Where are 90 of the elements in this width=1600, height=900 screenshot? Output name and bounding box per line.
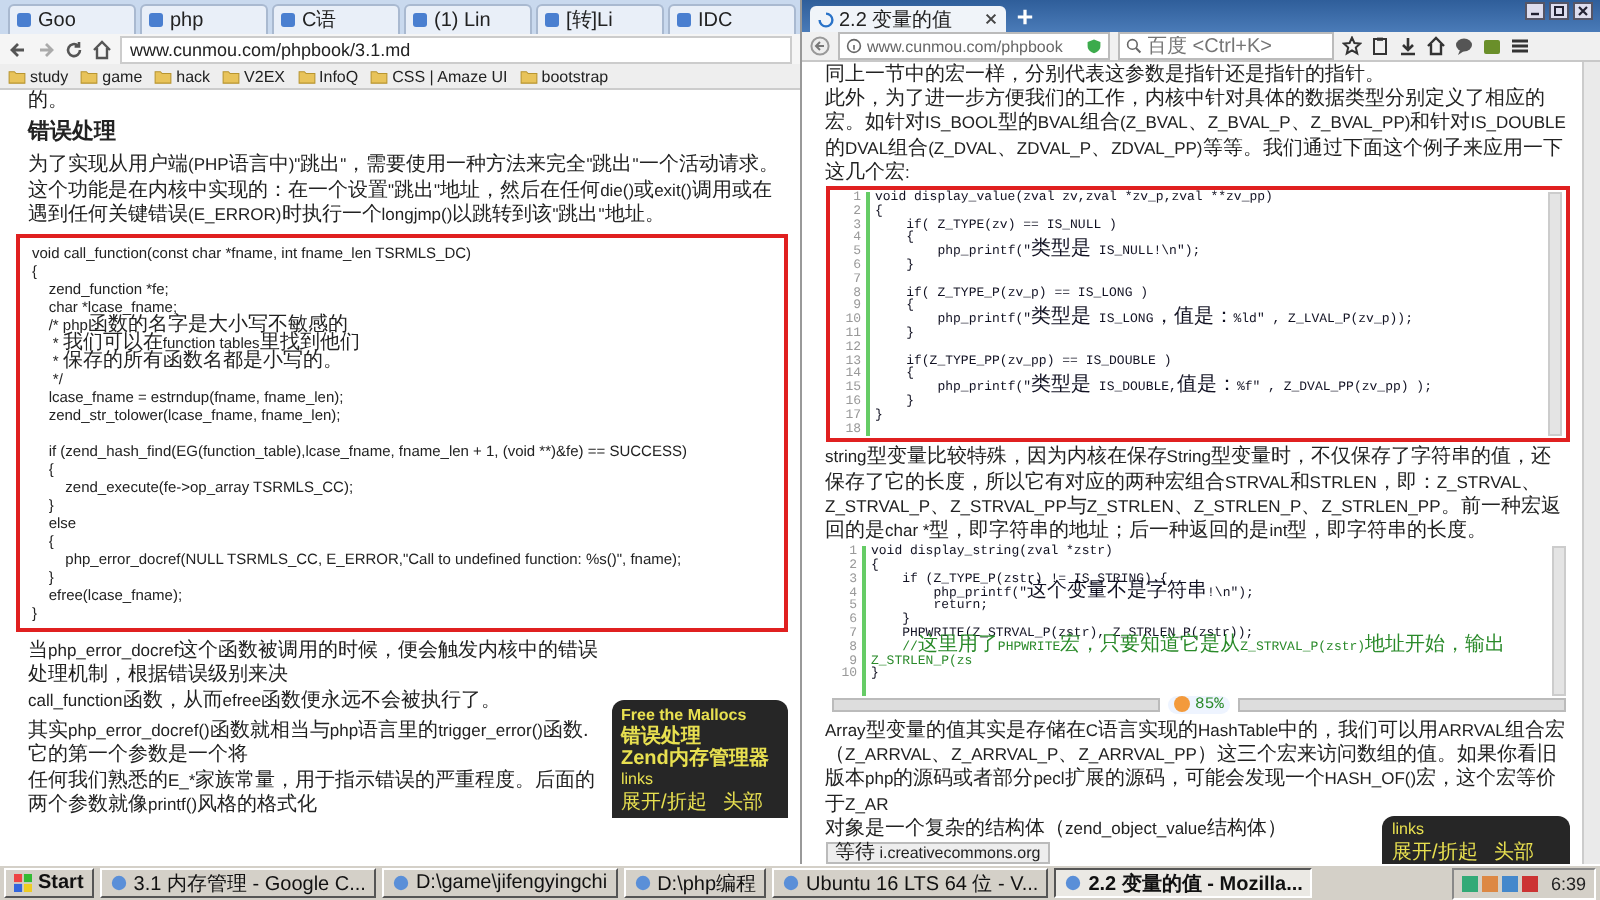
speed-widget[interactable]: 85% xyxy=(1167,695,1230,714)
home-icon[interactable] xyxy=(92,39,112,59)
back-icon[interactable] xyxy=(8,39,28,59)
text-line: 任何我们熟悉的E_*家族常量，用于指示错误的严重程度。后面的两个参数就像printf()风格的格式化 xyxy=(28,767,598,818)
paragraph: 此外，为了进一步方便我们的工作，内核中针对具体的数据类型分别定义了相应的宏。如针对IS_BOOL型的BVAL组合(Z_BVAL、Z_BVAL_P、Z_BVAL_PP)和针对IS_DOUBLE的DVAL组合(Z_DVAL、ZDVAL_P、ZDVAL_PP)等等。我们通过下面这个例子来应用一下这几个宏: xyxy=(825,86,1568,185)
info-icon xyxy=(845,38,861,54)
close-icon[interactable] xyxy=(983,12,997,26)
chat-icon[interactable] xyxy=(1453,36,1473,56)
scrollbar[interactable] xyxy=(1548,192,1562,437)
browser-tab[interactable]: (1) Lin xyxy=(404,4,532,34)
bookmark-item[interactable]: CSS | Amaze UI xyxy=(370,67,508,85)
new-tab-icon[interactable] xyxy=(1015,8,1033,26)
popup-link[interactable]: 头部 xyxy=(722,791,763,814)
popup-link[interactable]: 展开/折起 xyxy=(1392,841,1478,864)
tray-icons-drawing xyxy=(1462,873,1543,893)
folder-icon xyxy=(222,69,241,83)
folder-icon xyxy=(297,69,316,83)
windows-logo-icon xyxy=(14,874,32,892)
text-line: 当php_error_docref这个函数被调用的时候，便会触发内核中的错误处理机制，根据错误级别来决 xyxy=(28,637,601,688)
folder-icon xyxy=(8,69,26,83)
section-label: links xyxy=(621,769,656,790)
bookmark-item[interactable]: study xyxy=(8,67,69,85)
text-fragment: 的。 xyxy=(28,90,70,112)
start-button[interactable]: Start xyxy=(4,868,94,898)
bookmark-item[interactable]: hack xyxy=(154,67,211,85)
page-icon xyxy=(16,12,32,28)
browser-tab[interactable]: IDC xyxy=(668,4,796,34)
clock: 6:39 xyxy=(1550,873,1586,893)
folder-icon xyxy=(519,69,538,83)
clipboard-icon[interactable] xyxy=(1369,36,1389,56)
loading-icon xyxy=(817,11,833,27)
app-icon xyxy=(1064,874,1083,892)
minimize-icon[interactable] xyxy=(1524,2,1546,20)
shield-icon xyxy=(1085,38,1101,54)
scrollbar[interactable] xyxy=(1552,546,1566,696)
page-icon xyxy=(544,12,560,28)
text-line: 其实php_error_docref()函数就相当与php语言里的trigger_error()函数.它的第一个参数是一个将 xyxy=(28,717,591,768)
page-icon xyxy=(676,12,692,28)
paragraph: string型变量比较特殊，因为内核在保存String型变量时，不仅保存了字符串的值，还保存了它的长度，所以它有对应的两种宏组合STRVAL和STRLEN，即：Z_STRVAL、Z_STRVAL_P、Z_STRVAL_PP与Z_STRLEN、Z_STRLEN_P、Z_STRLEN_PP。前一种宏返回的是char *型，即字符串的地址；后一种返回的是int型，即字符串的长度。 xyxy=(825,444,1563,543)
popup-link[interactable]: 展开/折起 xyxy=(621,791,707,814)
maximize-icon[interactable] xyxy=(1548,2,1570,20)
folder-icon xyxy=(80,69,99,83)
bookmark-item[interactable]: game xyxy=(80,67,143,85)
search-icon xyxy=(1125,38,1141,54)
horizontal-scrollbar[interactable] xyxy=(831,697,1160,712)
app-icon xyxy=(782,874,801,892)
browser-tab[interactable]: C语 xyxy=(272,4,400,34)
bookmark-item[interactable]: bootstrap xyxy=(519,67,609,85)
bookmark-item[interactable]: InfoQ xyxy=(297,67,359,85)
address-bar[interactable]: www.cunmou.com/phpbook/3.1.md xyxy=(120,35,791,63)
scrollbar[interactable] xyxy=(1582,62,1600,864)
home-icon[interactable] xyxy=(1425,36,1445,56)
app-icon xyxy=(391,874,410,892)
section-heading: 错误处理 xyxy=(28,120,118,146)
taskbar-button[interactable]: 2.2 变量的值 - Mozilla... xyxy=(1054,868,1313,898)
outline-link[interactable]: Zend内存管理器 xyxy=(621,747,777,770)
reload-icon[interactable] xyxy=(64,39,84,59)
app-icon xyxy=(633,874,652,892)
folder-icon xyxy=(154,69,173,83)
status-text: 等待 i.creativecommons.org xyxy=(825,841,1051,864)
page-icon xyxy=(280,12,296,28)
taskbar-button[interactable]: Ubuntu 16 LTS 64 位 - V... xyxy=(772,868,1049,898)
text-line: 对象是一个复杂的结构体（zend_object_value结构体） xyxy=(825,815,1289,840)
browser-tab[interactable]: php xyxy=(140,4,268,34)
ball-icon xyxy=(1173,696,1190,713)
taskbar-button[interactable]: D:\game\jifengyingchi xyxy=(381,868,618,898)
folder-icon xyxy=(370,69,389,83)
download-icon[interactable] xyxy=(1397,36,1417,56)
text-line: call_function函数，从而efree函数便永远不会被执行了。 xyxy=(28,687,504,714)
section-label: links xyxy=(1392,819,1427,840)
page-icon xyxy=(148,12,164,28)
taskbar-button[interactable]: 3.1 内存管理 - Google C... xyxy=(99,868,376,898)
outline-link[interactable]: Free the Mallocs xyxy=(621,703,777,726)
paragraph: 为了实现从用户端(PHP语言中)"跳出"，需要使用一种方法来完全"跳出"一个活动请求。这个功能是在内核中实现的：在一个设置"跳出"地址，然后在任何die()或exit()调用或在遇到任何关键错误(E_ERROR)时执行一个longjmp()以跳转到该"跳出"地址。 xyxy=(28,152,781,228)
page-icon xyxy=(412,12,428,28)
browser-tab[interactable]: [转]Li xyxy=(536,4,664,34)
address-bar[interactable]: www.cunmou.com/phpbook xyxy=(837,32,1109,60)
outline-link[interactable]: 错误处理 xyxy=(621,725,777,748)
popup-link[interactable]: 头部 xyxy=(1493,841,1534,864)
back-icon[interactable] xyxy=(809,36,829,56)
star-icon[interactable] xyxy=(1341,36,1361,56)
menu-icon[interactable] xyxy=(1509,36,1529,56)
close-icon[interactable] xyxy=(1572,2,1594,20)
browser-tab[interactable]: 2.2 变量的值 xyxy=(809,6,1005,32)
app-icon xyxy=(109,874,128,892)
taskbar-button[interactable]: D:\php编程 xyxy=(623,868,767,898)
browser-tab[interactable]: Goo xyxy=(8,4,136,34)
bookmark-item[interactable]: V2EX xyxy=(222,67,286,85)
paragraph: 同上一节中的宏一样，分别代表这参数是指针还是指针的指针。 xyxy=(825,62,1387,87)
horizontal-scrollbar[interactable] xyxy=(1237,697,1566,712)
